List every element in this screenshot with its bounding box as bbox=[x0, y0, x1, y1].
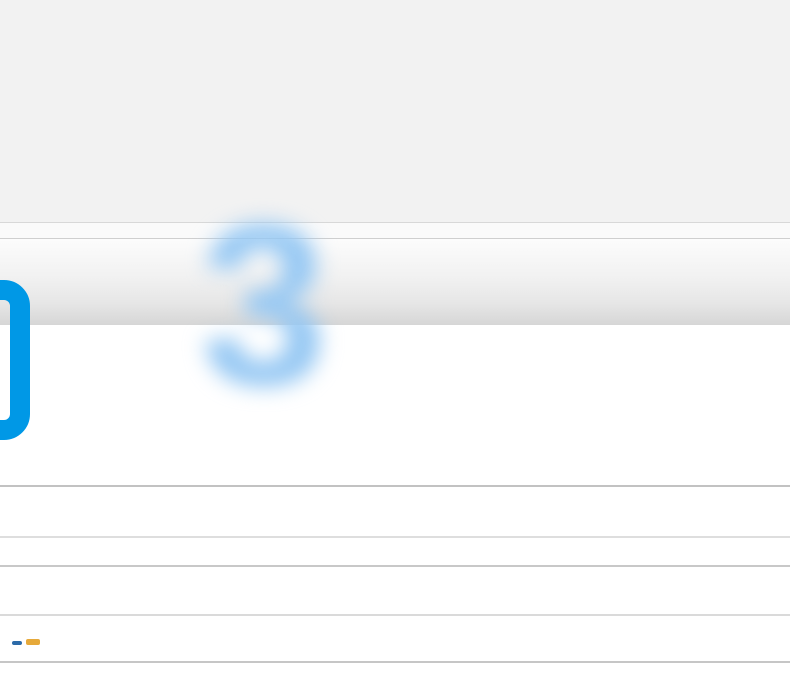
upper-panel bbox=[0, 0, 790, 222]
separator-line bbox=[0, 536, 790, 538]
separator-line bbox=[0, 614, 790, 616]
separator-line bbox=[0, 661, 790, 663]
edge-logo-fragment bbox=[0, 280, 30, 440]
separator-line bbox=[0, 485, 790, 487]
gap-strip bbox=[0, 223, 790, 238]
toolbar-bar bbox=[0, 239, 790, 325]
content-area bbox=[0, 325, 790, 683]
separator-line bbox=[0, 565, 790, 567]
row-icon bbox=[12, 638, 34, 648]
